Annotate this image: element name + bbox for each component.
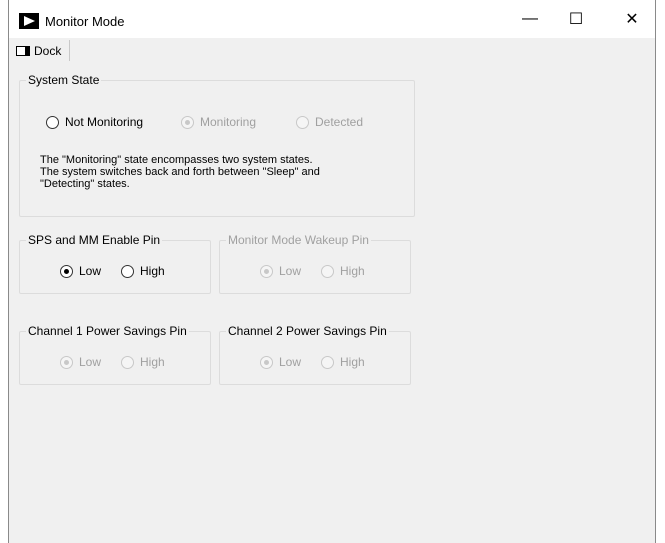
close-icon: ✕ — [625, 11, 639, 28]
sps-mm-enable-pin-legend: SPS and MM Enable Pin — [26, 233, 163, 247]
channel-1-power-savings-pin-group: Channel 1 Power Savings Pin Low High — [19, 324, 211, 385]
radio-detected-label: Detected — [315, 115, 364, 129]
content-panel: System State Not Monitoring Monitoring D… — [9, 64, 655, 543]
radio-detected-circle[interactable] — [296, 115, 309, 129]
ch1-pin-high-radio[interactable]: High — [121, 355, 165, 369]
wakeup-pin-high-radio[interactable]: High — [321, 264, 365, 278]
ch2-pin-high-radio[interactable]: High — [321, 355, 365, 369]
dock-icon — [16, 45, 30, 56]
dock-label: Dock — [34, 43, 62, 58]
minimize-button[interactable]: — — [507, 0, 553, 38]
sps-pin-low-circle[interactable] — [60, 264, 73, 278]
description-line-2: The system switches back and forth betwe… — [40, 166, 320, 178]
sps-mm-enable-pin-group: SPS and MM Enable Pin Low High — [19, 233, 211, 294]
radio-monitoring-circle[interactable] — [181, 115, 194, 129]
ch2-pin-low-label: Low — [279, 355, 302, 369]
ch1-pin-high-label: High — [140, 355, 165, 369]
title-bar[interactable]: Monitor Mode — ☐ ✕ — [9, 0, 655, 38]
wakeup-pin-low-label: Low — [279, 264, 302, 278]
radio-monitoring[interactable]: Monitoring — [181, 115, 256, 129]
channel-2-power-savings-pin-group: Channel 2 Power Savings Pin Low High — [219, 324, 411, 385]
sps-pin-high-radio[interactable]: High — [121, 264, 165, 278]
monitor-mode-window: Monitor Mode — ☐ ✕ Dock System State Not… — [8, 0, 656, 543]
wakeup-pin-group: Monitor Mode Wakeup Pin Low High — [219, 233, 411, 294]
dock-button[interactable]: Dock — [11, 40, 71, 61]
sps-pin-low-radio[interactable]: Low — [60, 264, 101, 278]
wakeup-pin-legend: Monitor Mode Wakeup Pin — [226, 233, 371, 247]
ch2-pin-high-label: High — [340, 355, 365, 369]
radio-not-monitoring-circle[interactable] — [46, 115, 59, 129]
ch1-pin-low-radio[interactable]: Low — [60, 355, 101, 369]
channel-2-pin-legend: Channel 2 Power Savings Pin — [226, 324, 389, 338]
ch2-pin-low-radio[interactable]: Low — [260, 355, 301, 369]
radio-not-monitoring-label: Not Monitoring — [65, 115, 144, 129]
sps-pin-high-label: High — [140, 264, 165, 278]
ch1-pin-low-label: Low — [79, 355, 102, 369]
radio-detected[interactable]: Detected — [296, 115, 363, 129]
description-line-1: The "Monitoring" state encompasses two s… — [40, 154, 313, 166]
wakeup-pin-low-radio[interactable]: Low — [260, 264, 301, 278]
window-title: Monitor Mode — [45, 14, 125, 29]
ch1-pin-low-circle[interactable] — [60, 355, 73, 369]
channel-1-pin-legend: Channel 1 Power Savings Pin — [26, 324, 189, 338]
close-button[interactable]: ✕ — [609, 0, 655, 38]
radio-monitoring-label: Monitoring — [200, 115, 257, 129]
maximize-icon: ☐ — [568, 11, 584, 28]
system-state-group: System State Not Monitoring Monitoring D… — [19, 73, 415, 217]
wakeup-pin-low-circle[interactable] — [260, 264, 273, 278]
wakeup-pin-high-circle[interactable] — [321, 264, 334, 278]
minimize-icon: — — [522, 10, 538, 27]
maximize-button[interactable]: ☐ — [553, 0, 599, 38]
system-state-description: The "Monitoring" state encompasses two s… — [40, 154, 400, 190]
toolbar: Dock — [9, 38, 655, 64]
ch2-pin-low-circle[interactable] — [260, 355, 273, 369]
system-state-legend: System State — [26, 73, 102, 87]
app-logo-icon — [19, 13, 39, 29]
sps-pin-high-circle[interactable] — [121, 264, 134, 278]
description-line-3: "Detecting" states. — [40, 178, 130, 190]
ch1-pin-high-circle[interactable] — [121, 355, 134, 369]
radio-not-monitoring[interactable]: Not Monitoring — [46, 115, 143, 129]
ch2-pin-high-circle[interactable] — [321, 355, 334, 369]
sps-pin-low-label: Low — [79, 264, 102, 278]
wakeup-pin-high-label: High — [340, 264, 365, 278]
